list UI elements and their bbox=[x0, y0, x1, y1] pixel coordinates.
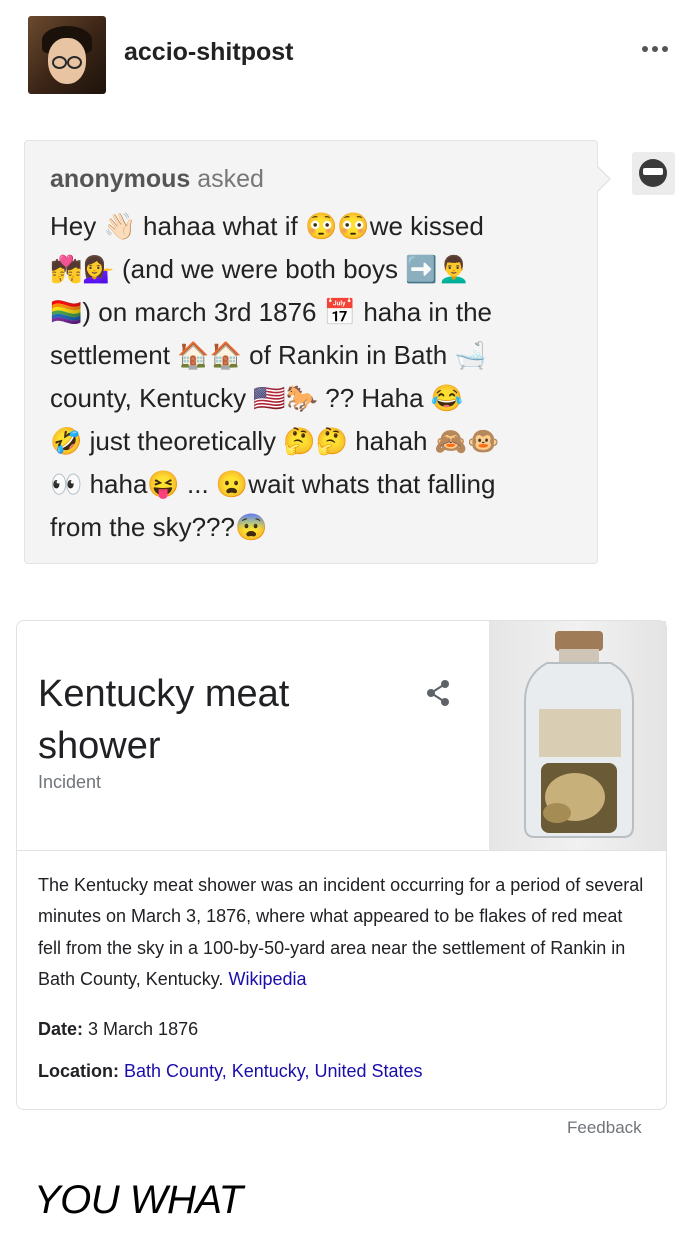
asker-verb: asked bbox=[197, 165, 264, 193]
jar-icon bbox=[524, 631, 634, 838]
asker-name[interactable]: anonymous bbox=[50, 165, 190, 193]
avatar-glasses bbox=[52, 56, 82, 69]
description-text: The Kentucky meat shower was an incident… bbox=[38, 875, 644, 989]
caption-text: YOU WHAT bbox=[34, 1178, 243, 1222]
card-divider bbox=[17, 850, 666, 851]
card-description: The Kentucky meat shower was an incident… bbox=[38, 870, 648, 995]
wikipedia-link[interactable]: Wikipedia bbox=[228, 969, 306, 989]
ask-message: Hey 👋🏻 hahaa what if 😳😳we kissed 💏💁‍♀️ (… bbox=[50, 211, 500, 542]
more-horizontal-icon[interactable] bbox=[642, 42, 676, 56]
sunglasses-face-icon bbox=[632, 152, 675, 195]
date-value: 3 March 1876 bbox=[88, 1019, 199, 1039]
ask-box-pointer-inner bbox=[596, 166, 609, 192]
card-subtitle: Incident bbox=[38, 772, 102, 792]
location-link[interactable]: Bath County, Kentucky, United States bbox=[124, 1061, 423, 1081]
location-label: Location: bbox=[38, 1061, 119, 1081]
card-title: Kentucky meat shower bbox=[38, 673, 290, 767]
user-avatar[interactable] bbox=[28, 16, 106, 94]
fact-date: Date: 3 March 1876 bbox=[38, 1019, 198, 1040]
username-link[interactable]: accio-shitpost bbox=[124, 38, 293, 67]
fact-location: Location: Bath County, Kentucky, United … bbox=[38, 1061, 423, 1082]
feedback-link[interactable]: Feedback bbox=[567, 1118, 642, 1138]
ask-header: anonymous asked bbox=[50, 165, 264, 194]
share-icon[interactable] bbox=[425, 678, 453, 708]
date-label: Date: bbox=[38, 1019, 84, 1039]
